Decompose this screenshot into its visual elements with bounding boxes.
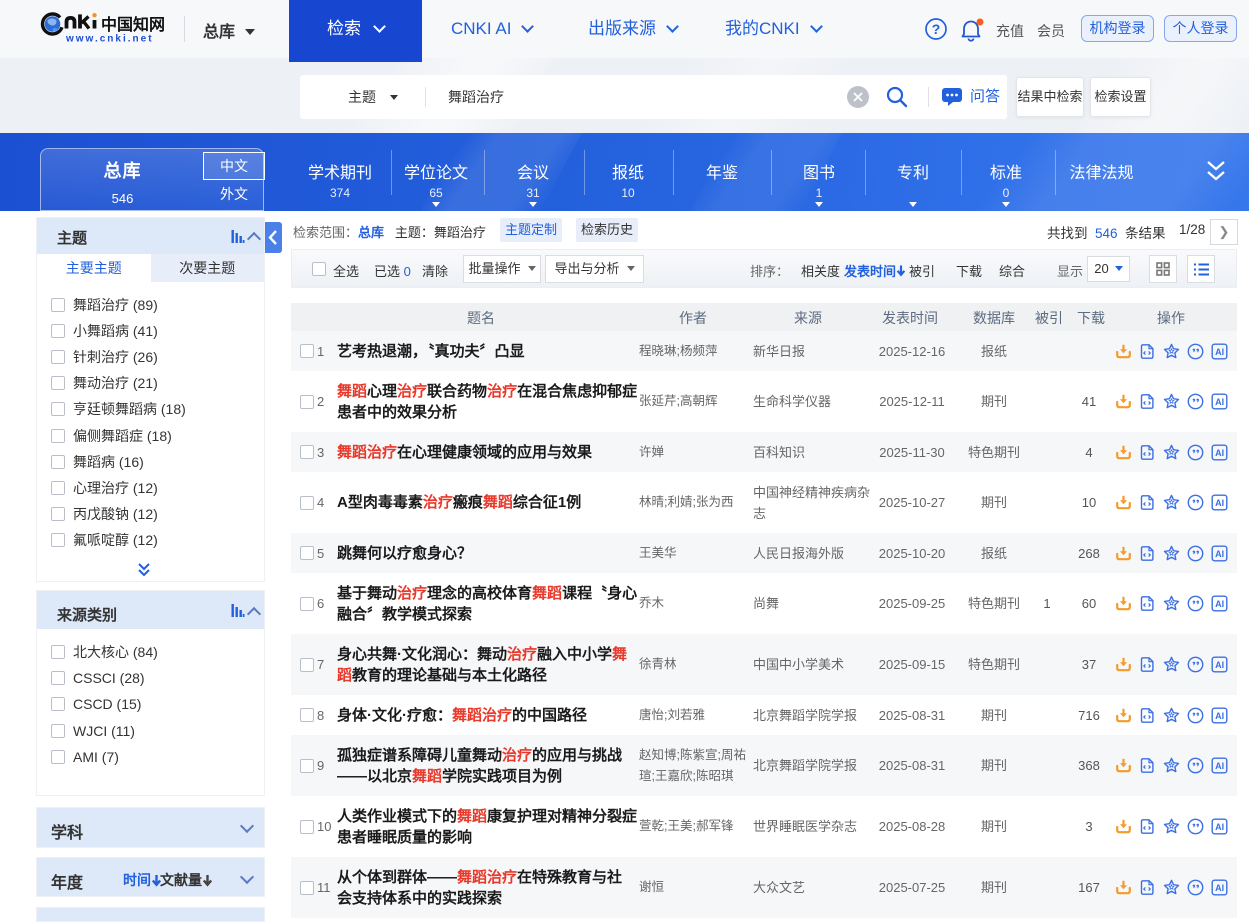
svg-text:中国知网: 中国知网 (101, 15, 165, 34)
svg-text:?: ? (932, 21, 941, 37)
svg-text:www.cnki.net: www.cnki.net (65, 34, 154, 45)
